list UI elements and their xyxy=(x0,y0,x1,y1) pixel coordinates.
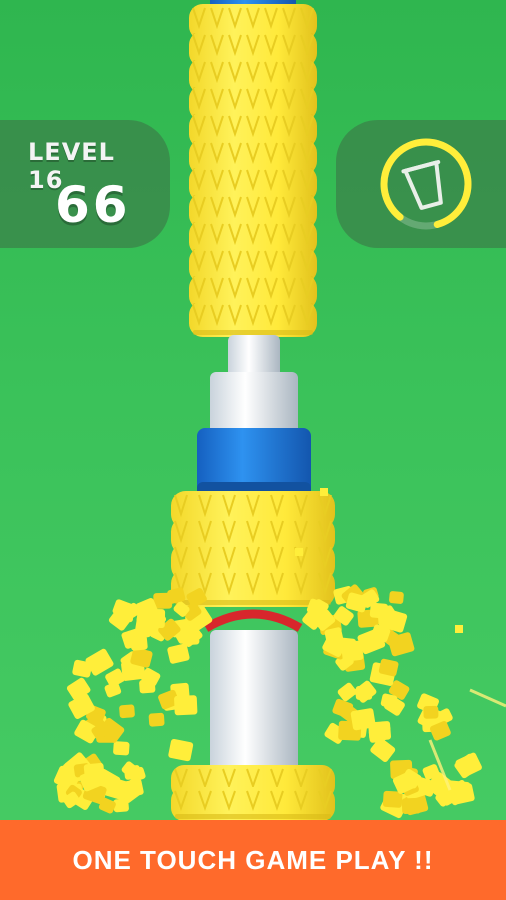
score-value: 66 xyxy=(55,176,131,234)
level-panel: LEVEL 16 66 xyxy=(0,120,170,248)
bottom-corn-stack xyxy=(171,765,335,820)
cup-icon xyxy=(401,160,443,210)
banner-text: ONE TOUCH GAME PLAY !! xyxy=(72,844,434,875)
cut-ring xyxy=(203,609,303,632)
upper-corn-stack xyxy=(189,4,317,337)
blue-ring xyxy=(197,428,311,498)
cup-panel[interactable] xyxy=(336,120,506,248)
cup-progress-arc xyxy=(380,138,472,230)
pole-upper xyxy=(210,335,298,438)
promo-banner: ONE TOUCH GAME PLAY !! xyxy=(0,820,506,900)
lower-corn-stack xyxy=(171,491,335,607)
cup-progress-ring[interactable] xyxy=(378,136,474,232)
